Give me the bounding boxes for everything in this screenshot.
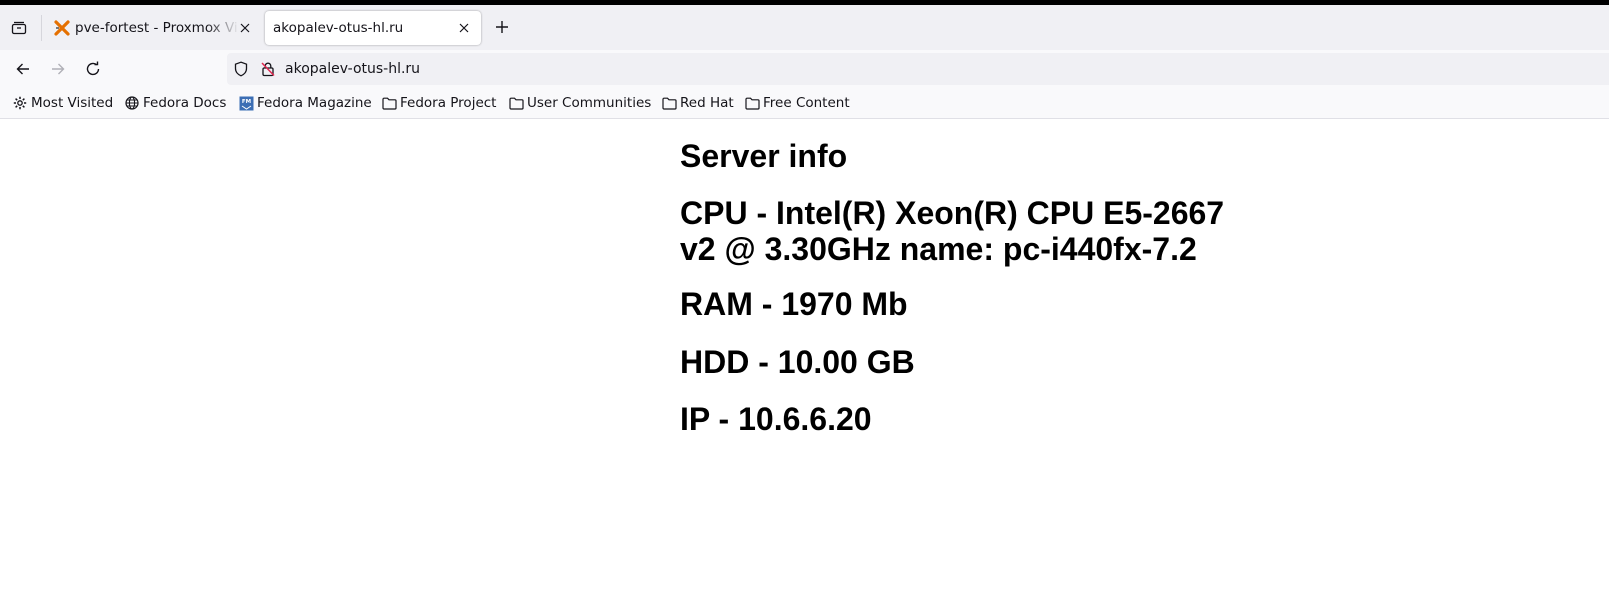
page-content: Server info CPU - Intel(R) Xeon(R) CPU E… [0,119,1609,598]
reload-icon [86,61,100,76]
hdd-info: HDD - 10.00 GB [680,344,915,380]
bookmark-fedora-magazine[interactable]: FM Fedora Magazine [238,94,372,112]
cpu-info: CPU - Intel(R) Xeon(R) CPU E5-2667 v2 @ … [680,195,1225,267]
tab-list-icon [11,21,27,35]
plus-icon [496,21,508,33]
forward-arrow-icon [52,63,65,75]
bookmark-most-visited[interactable]: Most Visited [12,94,113,112]
navigation-toolbar: akopalev-otus-hl.ru [0,50,1609,88]
address-bar[interactable]: akopalev-otus-hl.ru [227,53,1609,85]
folder-icon [381,95,397,111]
bookmark-free-content[interactable]: Free Content [744,94,850,112]
gear-icon [12,95,28,111]
bookmark-label: Free Content [763,95,850,111]
reload-button[interactable] [81,57,105,81]
new-tab-button[interactable] [491,16,513,38]
back-button[interactable] [11,57,35,81]
tab-title: pve-fortest - Proxmox Virtual Environmen… [75,20,239,36]
bookmark-label: Fedora Magazine [257,95,372,111]
bookmark-fedora-docs[interactable]: Fedora Docs [124,94,226,112]
fedora-magazine-icon: FM [238,95,254,111]
tab-list-button[interactable] [8,17,30,39]
close-tab-icon[interactable] [236,19,254,37]
folder-icon [744,95,760,111]
tracking-protection-shield-icon[interactable] [233,61,249,77]
url-text: akopalev-otus-hl.ru [285,61,421,77]
bookmark-fedora-project[interactable]: Fedora Project [381,94,496,112]
folder-icon [661,95,677,111]
close-tab-icon[interactable] [455,19,473,37]
svg-text:FM: FM [241,99,250,105]
bookmark-label: Red Hat [680,95,734,111]
bookmark-label: Fedora Docs [143,95,227,111]
forward-button[interactable] [46,57,70,81]
bookmark-label: Most Visited [31,95,114,111]
ip-info: IP - 10.6.6.20 [680,401,872,437]
bookmark-label: User Communities [527,95,652,111]
bookmark-red-hat[interactable]: Red Hat [661,94,734,112]
page-title: Server info [680,138,848,174]
proxmox-icon [54,20,70,36]
bookmark-label: Fedora Project [400,95,497,111]
tab-akopalev[interactable]: akopalev-otus-hl.ru [265,11,481,45]
tab-proxmox[interactable]: pve-fortest - Proxmox Virtual Environmen… [44,11,260,45]
tab-separator [41,15,42,41]
tab-title: akopalev-otus-hl.ru [273,20,404,36]
bookmarks-toolbar: Most Visited Fedora Docs FM Fedora Magaz… [0,88,1609,119]
insecure-lock-icon[interactable] [260,61,276,77]
globe-icon [124,95,140,111]
tab-strip: pve-fortest - Proxmox Virtual Environmen… [0,5,1609,50]
folder-icon [508,95,524,111]
bookmark-user-communities[interactable]: User Communities [508,94,651,112]
ram-info: RAM - 1970 Mb [680,286,908,322]
back-arrow-icon [16,63,29,75]
